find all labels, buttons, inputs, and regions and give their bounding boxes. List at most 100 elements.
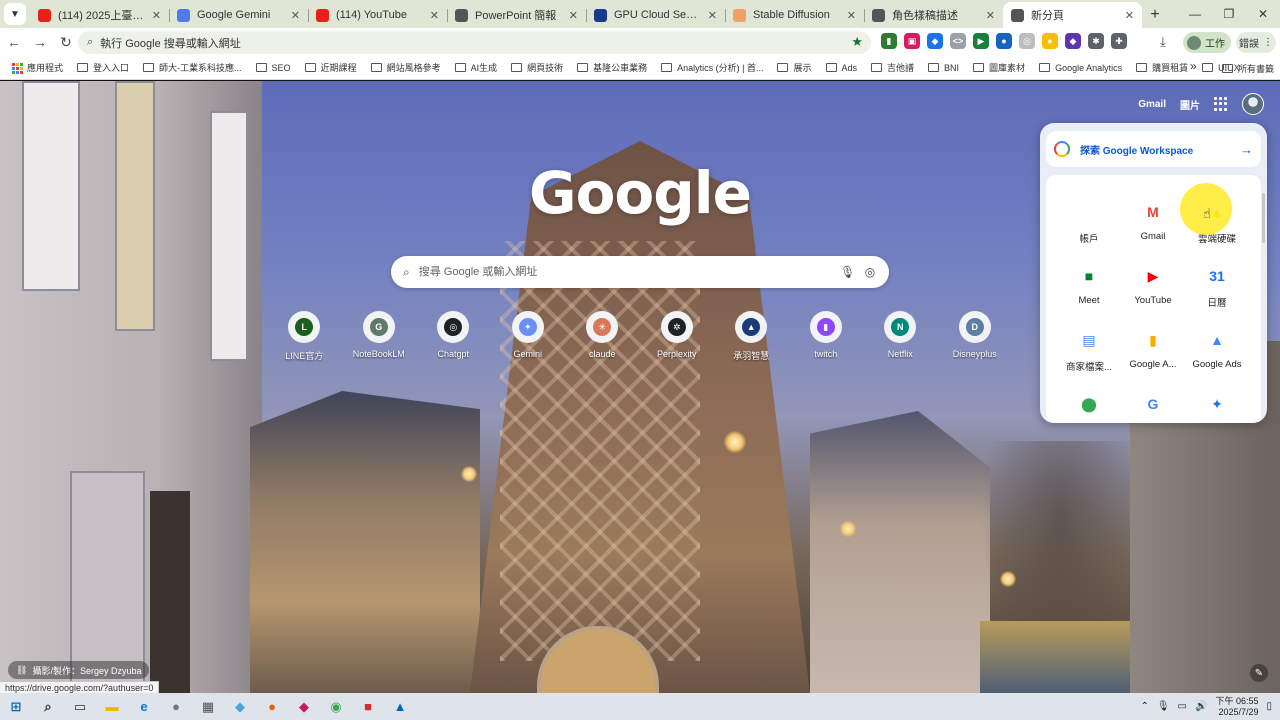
gmail-link[interactable]: Gmail [1138, 99, 1166, 110]
bookmark-folder[interactable]: 近期課程 [304, 61, 357, 74]
account-avatar[interactable] [1242, 93, 1264, 115]
app-launcher-item[interactable]: 帳戶 [1057, 199, 1121, 263]
bookmark-folder[interactable]: AI生成 [454, 61, 497, 74]
new-tab-button[interactable]: + [1142, 2, 1168, 28]
start-button[interactable]: ⊞ [0, 693, 32, 720]
shortcut-tile[interactable]: ▲ 承羽智慧 [714, 311, 789, 362]
images-link[interactable]: 圖片 [1180, 97, 1200, 112]
bookmark-folder[interactable]: SEO [255, 61, 291, 74]
app-launcher-item[interactable]: ▲ Google Ads [1185, 327, 1249, 391]
chevron-up-icon[interactable]: ⌃ [1140, 701, 1148, 712]
tab[interactable]: GPU Cloud Server | Sail ✕ [586, 2, 725, 28]
shortcut-tile[interactable]: D Disneyplus [938, 311, 1013, 362]
restore-button[interactable]: ❐ [1212, 0, 1246, 28]
shortcut-tile[interactable]: ▮ twitch [789, 311, 864, 362]
reload-button[interactable]: ↻ [54, 30, 78, 54]
profile-button[interactable]: 工作 [1183, 32, 1231, 53]
address-bar[interactable]: ⌕ 執行 Google 搜尋或輸入網址 ★ [78, 31, 871, 54]
tab-close-icon[interactable]: ✕ [430, 9, 439, 22]
app-launcher-item[interactable]: ▶ YouTube [1121, 263, 1185, 327]
bookmark-all-bookmarks[interactable]: 所有書籤 [1222, 62, 1274, 75]
bookmark-folder[interactable]: 展示 [777, 61, 812, 74]
ext-html-icon[interactable]: <> [950, 33, 966, 49]
bookmark-folder[interactable]: Google Analytics [1039, 61, 1122, 74]
voice-search-icon[interactable]: 🎙 [840, 265, 855, 279]
notes-icon[interactable]: ◆ [224, 693, 256, 720]
bookmark-folder[interactable]: Ads [825, 61, 857, 74]
bookmark-apps[interactable]: 應用程式 [12, 61, 63, 74]
ext-gear-icon[interactable]: ✱ [1088, 33, 1104, 49]
ext-color-icon[interactable]: ● [1042, 33, 1058, 49]
ext-tag-icon[interactable]: ◆ [927, 33, 943, 49]
tab-close-icon[interactable]: ✕ [986, 9, 995, 22]
tab-close-icon[interactable]: ✕ [569, 9, 578, 22]
shortcut-tile[interactable]: L LINE官方 [267, 311, 342, 362]
download-icon[interactable]: ⤓ [1160, 34, 1166, 50]
tab-close-icon[interactable]: ✕ [291, 9, 300, 22]
tab[interactable]: 新分頁 ✕ [1003, 2, 1142, 28]
app-launcher-item[interactable]: ▤ 商家檔案... [1057, 327, 1121, 391]
volume-icon[interactable]: 🔊 [1195, 701, 1207, 712]
chrome-icon[interactable]: ◉ [320, 693, 352, 720]
forward-button[interactable]: → [28, 30, 52, 54]
shortcut-tile[interactable]: G NoteBookLM [342, 311, 417, 362]
tab[interactable]: Stable Diffusion ✕ [725, 2, 864, 28]
tab-search-button[interactable]: ▼ [4, 3, 26, 25]
bookmark-folder[interactable]: 購買租賃 [1136, 61, 1188, 74]
customize-pencil-icon[interactable]: ✎ [1250, 664, 1268, 682]
task-view-icon[interactable]: ▭ [64, 693, 96, 720]
bookmark-folder[interactable]: 吉他譜 [871, 61, 914, 74]
tab[interactable]: PowerPoint 簡報 ✕ [447, 2, 586, 28]
ext-flag-icon[interactable]: ▶ [973, 33, 989, 49]
app-launcher-item[interactable]: G [1121, 391, 1185, 423]
notifications-icon[interactable]: ▯ [1266, 701, 1272, 712]
bookmark-folder[interactable]: 網頁技術 [511, 61, 563, 74]
ext-pink-icon[interactable]: ▣ [904, 33, 920, 49]
network-icon[interactable]: ▭ [1178, 701, 1187, 712]
tab-close-icon[interactable]: ✕ [708, 9, 717, 22]
close-window-button[interactable]: ✕ [1246, 0, 1280, 28]
google-lens-icon[interactable]: ◎ [863, 265, 877, 279]
minimize-button[interactable]: — [1178, 0, 1212, 28]
edge-icon[interactable]: e [128, 693, 160, 720]
photos-icon[interactable]: ▲ [384, 693, 416, 720]
back-button[interactable]: ← [2, 30, 26, 54]
bookmarks-overflow-chevron-icon[interactable]: » [1190, 59, 1197, 73]
bookmark-folder[interactable]: 圖庫素材 [973, 61, 1025, 74]
ext-circle-icon[interactable]: ● [996, 33, 1012, 49]
app-launcher-item[interactable]: ✦ [1185, 391, 1249, 423]
apps-panel-scrollbar[interactable] [1262, 193, 1265, 243]
ntp-search-box[interactable]: ⌕ 🎙 ◎ [391, 256, 889, 288]
ext-purple-icon[interactable]: ◆ [1065, 33, 1081, 49]
tab[interactable]: 角色樣稿描述 ✕ [864, 2, 1003, 28]
ntp-search-input[interactable] [418, 266, 831, 278]
firefox-icon[interactable]: ● [256, 693, 288, 720]
shortcut-tile[interactable]: ◎ Chatgpt [416, 311, 491, 362]
shortcut-tile[interactable]: N Netflix [863, 311, 938, 362]
calculator-icon[interactable]: ▦ [192, 693, 224, 720]
sync-error-button[interactable]: 錯誤 ⋮ [1236, 32, 1276, 53]
bookmark-folder[interactable]: BNI [928, 61, 959, 74]
bookmark-folder[interactable]: 師大-工業系科技應... [143, 61, 242, 74]
shortcut-tile[interactable]: ✲ Perplexity [640, 311, 715, 362]
microphone-icon[interactable]: 🎙 [1157, 701, 1170, 712]
tab[interactable]: (114) 2025上臺投-AI數位 ✕ [30, 2, 169, 28]
tab-close-icon[interactable]: ✕ [152, 9, 161, 22]
app-red-icon[interactable]: ■ [352, 693, 384, 720]
shortcut-tile[interactable]: ✳ claude [565, 311, 640, 362]
bookmark-folder[interactable]: 網站風格參考 [370, 61, 441, 74]
file-explorer-icon[interactable]: ▬ [96, 693, 128, 720]
clock[interactable]: 下午 06:55 2025/7/29 [1215, 696, 1258, 718]
app-launcher-item[interactable]: M Gmail [1121, 199, 1185, 263]
tab-close-icon[interactable]: ✕ [1125, 9, 1134, 22]
ext-puzzle-icon[interactable]: ✚ [1111, 33, 1127, 49]
tab-close-icon[interactable]: ✕ [847, 9, 856, 22]
shortcut-tile[interactable]: ✦ Gemini [491, 311, 566, 362]
bookmark-folder[interactable]: 登入入口 [77, 61, 129, 74]
bookmark-folder[interactable]: 基隆公車業務 [577, 61, 647, 74]
app-launcher-item[interactable]: ⬤ [1057, 391, 1121, 423]
ext-grey-icon[interactable]: ◎ [1019, 33, 1035, 49]
workspace-link[interactable]: 探索 Google Workspace → [1046, 131, 1261, 167]
search-icon[interactable]: ⌕ [32, 693, 64, 720]
photo-credit[interactable]: ⛓ 攝影/製作：Sergey Dzyuba [8, 661, 150, 679]
